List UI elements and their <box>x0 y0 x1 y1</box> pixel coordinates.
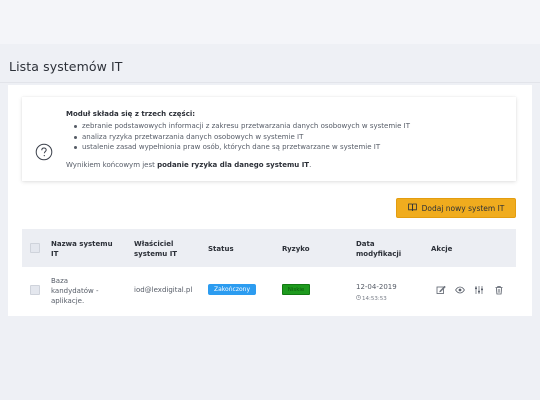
column-header-actions: Akcje <box>431 245 453 253</box>
clock-icon <box>356 295 361 302</box>
column-header-date-line2: modyfikacji <box>356 250 402 258</box>
conclusion-bold: podanie ryzyka dla danego systemu IT <box>157 161 310 169</box>
top-bar <box>0 0 540 44</box>
column-header-name: Nazwa systemu IT <box>51 239 113 259</box>
conclusion-suffix: . <box>309 161 312 169</box>
info-heading: Moduł składa się z trzech części: <box>66 110 196 118</box>
column-header-owner-line1: Właściciel <box>134 240 174 248</box>
info-bullet: analiza ryzyka przetwarzania danych osob… <box>74 132 410 143</box>
row-checkbox[interactable] <box>30 285 40 295</box>
system-name-line1: Baza <box>51 277 69 285</box>
info-bullet: ustalenie zasad wypełnionia praw osób, k… <box>74 142 410 153</box>
edit-icon[interactable] <box>436 285 446 295</box>
modified-date: 12-04-2019 <box>356 283 397 291</box>
book-icon <box>407 203 417 213</box>
info-bullet: zebranie podstawowych informacji z zakre… <box>74 121 410 132</box>
content-card: Moduł składa się z trzech części: zebran… <box>8 85 532 316</box>
system-name-line2: kandydatów - <box>51 287 99 295</box>
modified-time-text: 14:53:53 <box>362 295 387 302</box>
add-system-button[interactable]: Dodaj nowy system IT <box>396 198 516 218</box>
info-conclusion: Wynikiem końcowym jest podanie ryzyka dl… <box>66 161 311 169</box>
info-bullet-list: zebranie podstawowych informacji z zakre… <box>74 121 410 153</box>
column-header-date-line1: Data <box>356 240 375 248</box>
column-header-owner: Właściciel systemu IT <box>134 239 177 259</box>
conclusion-prefix: Wynikiem końcowym jest <box>66 161 158 169</box>
question-circle-icon <box>35 143 53 161</box>
column-header-owner-line2: systemu IT <box>134 250 178 258</box>
table-row: Baza kandydatów - aplikacje. iod@lexdigi… <box>22 267 516 313</box>
title-divider <box>0 82 540 83</box>
modified-time: 14:53:53 <box>356 295 387 302</box>
table-header: Nazwa systemu IT Właściciel systemu IT S… <box>22 229 516 267</box>
system-name-line3: aplikacje. <box>51 297 85 305</box>
risk-badge: Niskie <box>282 284 310 295</box>
trash-icon[interactable] <box>494 285 504 295</box>
add-system-label: Dodaj nowy system IT <box>421 203 505 213</box>
column-header-name-line1: Nazwa systemu <box>51 240 113 248</box>
settings-icon[interactable] <box>474 285 484 295</box>
column-header-name-line2: IT <box>51 250 59 258</box>
eye-icon[interactable] <box>455 285 465 295</box>
column-header-date: Data modyfikacji <box>356 239 401 259</box>
page-title: Lista systemów IT <box>9 59 123 74</box>
owner-cell: iod@lexdigital.pl <box>134 286 193 294</box>
select-all-checkbox[interactable] <box>30 243 40 253</box>
column-header-status: Status <box>208 245 234 253</box>
column-header-risk: Ryzyko <box>282 245 310 253</box>
status-badge: Zakończony <box>208 284 256 295</box>
system-name-cell: Baza kandydatów - aplikacje. <box>51 276 98 306</box>
